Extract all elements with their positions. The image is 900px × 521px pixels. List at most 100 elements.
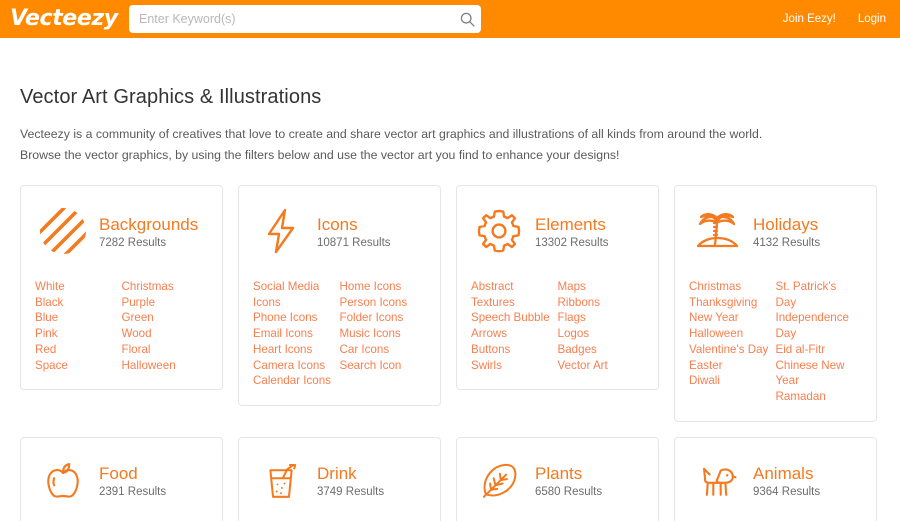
card-header: Elements 13302 Results — [471, 200, 644, 262]
card-heading: Backgrounds 7282 Results — [99, 213, 198, 249]
tag-link[interactable]: Badges — [558, 342, 645, 358]
card-heading: Plants 6580 Results — [535, 462, 602, 498]
tag-link[interactable]: Thanksgiving — [689, 295, 776, 311]
tag-link[interactable]: Red — [35, 342, 122, 358]
leaf-icon — [471, 452, 527, 508]
site-logo[interactable]: Vecteezy — [10, 8, 118, 30]
tag-link[interactable]: Music Icons — [340, 326, 427, 342]
tag-link[interactable]: Wood — [122, 326, 209, 342]
search-bar[interactable] — [129, 5, 481, 33]
join-eezy-link[interactable]: Join Eezy! — [783, 13, 836, 25]
tag-link[interactable]: Camera Icons — [253, 358, 340, 374]
tag-link[interactable]: Social Media Icons — [253, 279, 340, 310]
tag-link[interactable]: Halloween — [122, 358, 209, 374]
tag-link[interactable]: Arrows — [471, 326, 558, 342]
category-card-elements[interactable]: Elements 13302 Results Abstract Textures Spe… — [456, 185, 659, 391]
category-card-plants[interactable]: Plants 6580 Results — [456, 436, 659, 521]
card-results-count: 2391 Results — [99, 485, 167, 498]
tag-link[interactable]: Space — [35, 358, 122, 374]
tag-link[interactable]: Swirls — [471, 358, 558, 374]
card-tag-columns: White Black Blue Pink Red Space Christmas Purpl… — [35, 279, 208, 373]
card-title[interactable]: Icons — [317, 215, 391, 235]
tag-link[interactable]: St. Patrick's Day — [776, 279, 863, 310]
category-card-holidays[interactable]: Holidays 4132 Results Christmas Thanksgivin… — [674, 185, 877, 422]
tag-link[interactable]: Pink — [35, 326, 122, 342]
header-nav: Join Eezy! Login — [783, 0, 886, 38]
tag-link[interactable]: Home Icons — [340, 279, 427, 295]
tag-link[interactable]: Calendar Icons — [253, 373, 340, 389]
tag-link[interactable]: Floral — [122, 342, 209, 358]
category-card-grid: Backgrounds 7282 Results White Black Blue Pin… — [20, 185, 880, 521]
tag-link[interactable]: Halloween — [689, 326, 776, 342]
category-card-animals[interactable]: Animals 9364 Results — [674, 436, 877, 521]
card-title[interactable]: Food — [99, 464, 166, 484]
card-title[interactable]: Plants — [535, 464, 602, 484]
card-title[interactable]: Backgrounds — [99, 215, 198, 235]
card-tag-columns: Abstract Textures Speech Bubble Arrows Butto… — [471, 279, 644, 373]
tag-link[interactable]: Purple — [122, 295, 209, 311]
intro-line-2: Browse the vector graphics, by using the… — [20, 148, 620, 162]
tag-link[interactable]: Green — [122, 310, 209, 326]
card-title[interactable]: Drink — [317, 464, 384, 484]
card-header: Backgrounds 7282 Results — [35, 200, 208, 262]
card-header: Holidays 4132 Results — [689, 200, 862, 262]
tag-link[interactable]: Independence Day — [776, 310, 863, 341]
tag-link[interactable]: Maps — [558, 279, 645, 295]
tag-column-right: Home Icons Person Icons Folder Icons Music … — [340, 279, 427, 389]
apple-icon — [35, 452, 91, 508]
card-tag-columns: Social Media Icons Phone Icons Email Icons… — [253, 279, 426, 389]
tag-link[interactable]: Easter — [689, 358, 776, 374]
tag-link[interactable]: White — [35, 279, 122, 295]
palm-tree-island-icon — [689, 203, 745, 259]
card-results-count: 13302 Results — [535, 237, 609, 249]
tag-column-right: Maps Ribbons Flags Logos Badges Vector Art — [558, 279, 645, 373]
tag-link[interactable]: Diwali — [689, 373, 776, 389]
tag-link[interactable]: Phone Icons — [253, 310, 340, 326]
search-icon[interactable] — [453, 5, 481, 33]
card-header: Icons 10871 Results — [253, 200, 426, 262]
tag-link[interactable]: Car Icons — [340, 342, 427, 358]
tag-link[interactable]: Ribbons — [558, 295, 645, 311]
tag-link[interactable]: Eid al-Fitr — [776, 342, 863, 358]
tag-link[interactable]: Chinese New Year — [776, 358, 863, 389]
tag-link[interactable]: Email Icons — [253, 326, 340, 342]
tag-link[interactable]: Vector Art — [558, 358, 645, 374]
category-card-icons[interactable]: Icons 10871 Results Social Media Icons Phon… — [238, 185, 441, 406]
category-card-backgrounds[interactable]: Backgrounds 7282 Results White Black Blue Pin… — [20, 185, 223, 391]
tag-link[interactable]: Christmas — [122, 279, 209, 295]
tag-link[interactable]: Buttons — [471, 342, 558, 358]
tag-link[interactable]: Abstract — [471, 279, 558, 295]
search-input[interactable] — [129, 12, 453, 26]
site-header: Vecteezy Join Eezy! Login — [0, 0, 900, 38]
tag-column-left: Christmas Thanksgiving New Year Halloween Va… — [689, 279, 776, 405]
card-results-count: 6580 Results — [535, 485, 603, 498]
tag-link[interactable]: Blue — [35, 310, 122, 326]
card-title[interactable]: Animals — [753, 464, 820, 484]
card-heading: Holidays 4132 Results — [753, 213, 820, 249]
tag-link[interactable]: Logos — [558, 326, 645, 342]
login-link[interactable]: Login — [858, 13, 886, 25]
tag-link[interactable]: New Year — [689, 310, 776, 326]
tag-link[interactable]: Textures — [471, 295, 558, 311]
dog-icon — [689, 452, 745, 508]
card-header: Plants 6580 Results — [471, 452, 644, 508]
card-heading: Elements 13302 Results — [535, 213, 609, 249]
tag-link[interactable]: Black — [35, 295, 122, 311]
card-results-count: 10871 Results — [317, 237, 391, 249]
intro-paragraph: Vecteezy is a community of creatives tha… — [20, 124, 830, 166]
tag-link[interactable]: Person Icons — [340, 295, 427, 311]
tag-link[interactable]: Folder Icons — [340, 310, 427, 326]
tag-link[interactable]: Flags — [558, 310, 645, 326]
card-title[interactable]: Holidays — [753, 215, 820, 235]
tag-link[interactable]: Speech Bubble — [471, 310, 558, 326]
card-title[interactable]: Elements — [535, 215, 609, 235]
category-card-drink[interactable]: Drink 3749 Results — [238, 436, 441, 521]
tag-link[interactable]: Heart Icons — [253, 342, 340, 358]
tag-link[interactable]: Ramadan — [776, 389, 863, 405]
tag-link[interactable]: Search Icon — [340, 358, 427, 374]
tag-link[interactable]: Christmas — [689, 279, 776, 295]
tag-column-right: St. Patrick's Day Independence Day Eid al-… — [776, 279, 863, 405]
category-card-food[interactable]: Food 2391 Results — [20, 436, 223, 521]
tag-link[interactable]: Valentine's Day — [689, 342, 776, 358]
tag-column-left: Abstract Textures Speech Bubble Arrows Butto… — [471, 279, 558, 373]
